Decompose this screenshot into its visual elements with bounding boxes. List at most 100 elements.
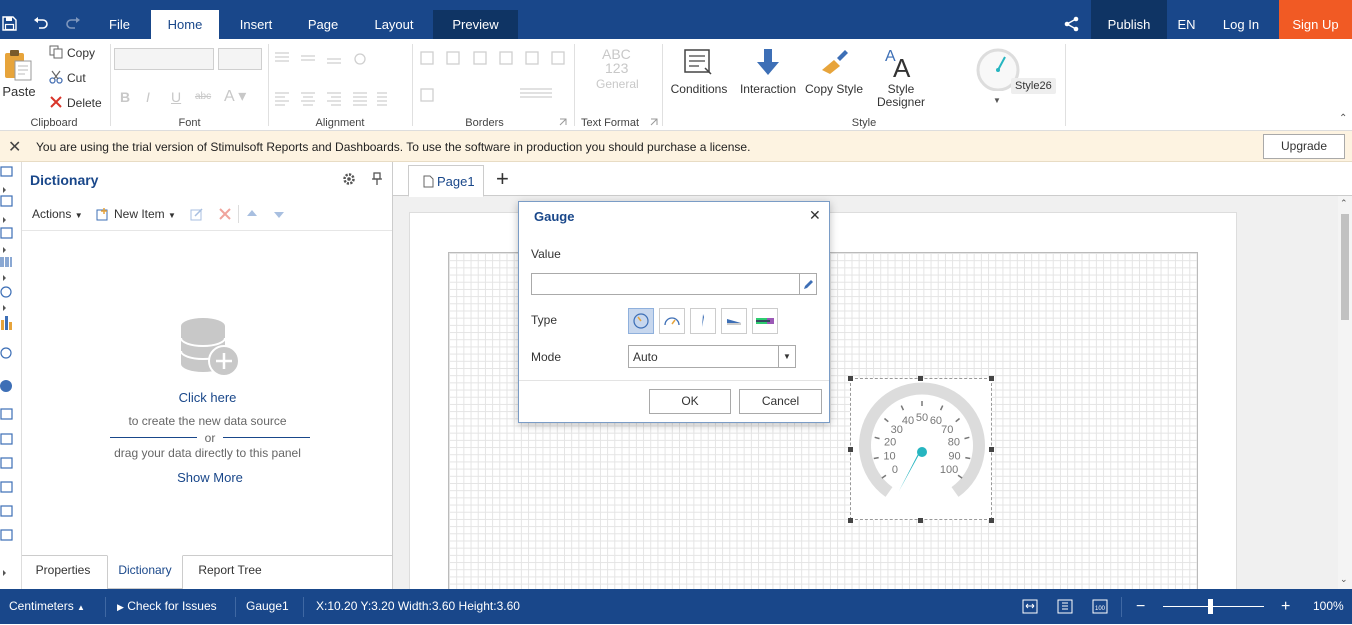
selection-handle[interactable]: [989, 376, 994, 381]
border-icons[interactable]: [420, 51, 570, 111]
gear-icon[interactable]: [342, 172, 356, 186]
selection-handle[interactable]: [918, 518, 923, 523]
undo-icon[interactable]: [33, 16, 49, 31]
paste-button[interactable]: Paste: [2, 84, 36, 99]
type-radial-button[interactable]: [628, 308, 654, 334]
units-menu[interactable]: Centimeters ▲: [9, 589, 85, 624]
strikethrough-icon[interactable]: abc: [195, 91, 211, 102]
selection-handle[interactable]: [989, 447, 994, 452]
font-name-select[interactable]: [114, 48, 214, 70]
conditions-button[interactable]: Conditions: [669, 82, 729, 96]
click-here-link[interactable]: Click here: [22, 390, 393, 405]
zoom-slider-track[interactable]: [1163, 606, 1264, 607]
upgrade-button[interactable]: Upgrade: [1263, 134, 1345, 159]
cut-button[interactable]: Cut: [67, 71, 86, 85]
add-page-icon[interactable]: +: [496, 166, 509, 192]
fit-page-icon[interactable]: [1057, 599, 1073, 614]
style-designer-button-line2[interactable]: Designer: [871, 95, 931, 109]
value-expression-button[interactable]: [799, 273, 817, 295]
actions-menu[interactable]: Actions ▼: [32, 207, 83, 221]
show-more-link[interactable]: Show More: [22, 470, 398, 485]
move-down-icon[interactable]: [273, 209, 285, 219]
selection-handle[interactable]: [848, 518, 853, 523]
copy-style-button[interactable]: Copy Style: [803, 82, 865, 96]
close-icon[interactable]: ✕: [809, 207, 821, 224]
vertical-scrollbar[interactable]: ⌃ ⌄: [1338, 196, 1352, 589]
publish-button[interactable]: Publish: [1091, 0, 1167, 39]
database-add-icon[interactable]: [177, 316, 243, 378]
paste-icon[interactable]: [3, 48, 33, 81]
remove-icon[interactable]: [218, 207, 232, 221]
collapse-ribbon-icon[interactable]: ⌃: [1339, 113, 1347, 124]
italic-icon[interactable]: I: [146, 89, 150, 105]
page-tab-page1[interactable]: Page1: [408, 165, 484, 197]
gauge-tick: [874, 436, 880, 440]
value-input[interactable]: [531, 273, 800, 295]
ok-button[interactable]: OK: [649, 389, 731, 414]
tab-insert[interactable]: Insert: [230, 10, 282, 39]
expand-format-icon[interactable]: [650, 118, 658, 126]
tab-dictionary[interactable]: Dictionary: [107, 555, 183, 589]
linear-gauge-icon: [702, 314, 704, 327]
tab-layout[interactable]: Layout: [365, 10, 423, 39]
interaction-button[interactable]: Interaction: [737, 82, 799, 96]
zoom-in-icon[interactable]: +: [1281, 589, 1290, 624]
component-icons[interactable]: [0, 162, 22, 582]
share-icon[interactable]: [1063, 16, 1080, 32]
type-bullet-button[interactable]: [752, 308, 778, 334]
scroll-down-icon[interactable]: ⌄: [1340, 574, 1348, 585]
gauge-dial: 010203040 50 60708090100: [859, 382, 985, 497]
alignment-group-label: Alignment: [315, 117, 365, 129]
type-linear-button[interactable]: [690, 308, 716, 334]
selection-handle[interactable]: [848, 376, 853, 381]
text-format-general[interactable]: General: [596, 77, 639, 91]
check-issues-button[interactable]: ▶ Check for Issues: [117, 589, 217, 624]
style-designer-button[interactable]: Style: [871, 82, 931, 96]
tab-home[interactable]: Home: [151, 10, 219, 39]
mode-label: Mode: [531, 350, 562, 364]
gauge-component[interactable]: 0 10 20 30 40 50 60 70 80 90 100: [850, 378, 992, 520]
tab-preview[interactable]: Preview: [433, 10, 518, 39]
panel-toolbar-divider: [22, 230, 392, 231]
mode-select[interactable]: Auto ▼: [628, 345, 796, 368]
pin-icon[interactable]: [371, 172, 383, 186]
selection-handle[interactable]: [989, 518, 994, 523]
signup-button[interactable]: Sign Up: [1279, 0, 1352, 39]
zoom-slider-thumb[interactable]: [1208, 599, 1213, 614]
bold-icon[interactable]: B: [120, 89, 130, 105]
redo-icon[interactable]: [65, 16, 81, 31]
zoom-out-icon[interactable]: −: [1136, 589, 1145, 624]
type-horizontal-button[interactable]: [721, 308, 747, 334]
login-button[interactable]: Log In: [1212, 0, 1270, 39]
copy-button[interactable]: Copy: [67, 46, 95, 60]
cancel-button[interactable]: Cancel: [739, 389, 822, 414]
type-half-radial-button[interactable]: [659, 308, 685, 334]
or-text: or: [204, 431, 216, 445]
actual-size-icon[interactable]: 100: [1092, 599, 1108, 614]
expand-borders-icon[interactable]: [559, 118, 567, 126]
font-color-icon[interactable]: A ▾: [224, 86, 246, 106]
selection-handle[interactable]: [848, 447, 853, 452]
close-notice-icon[interactable]: ✕: [8, 137, 21, 157]
fit-width-icon[interactable]: [1022, 599, 1038, 614]
edit-icon[interactable]: [190, 207, 204, 221]
style-dropdown-icon[interactable]: ▼: [993, 96, 1001, 105]
selection-handle[interactable]: [918, 376, 923, 381]
scroll-up-icon[interactable]: ⌃: [1340, 198, 1348, 209]
style-name-badge[interactable]: Style26: [1011, 78, 1056, 94]
delete-button[interactable]: Delete: [67, 96, 102, 110]
tab-report-tree[interactable]: Report Tree: [192, 556, 268, 589]
alignment-icons[interactable]: [273, 50, 408, 112]
chevron-down-icon[interactable]: ▼: [778, 346, 795, 367]
language-button[interactable]: EN: [1170, 0, 1203, 39]
gauge-dialog: Gauge ✕ Value Type Mode Auto ▼ OK Cancel: [518, 201, 830, 423]
font-size-select[interactable]: [218, 48, 262, 70]
tab-properties[interactable]: Properties: [27, 556, 99, 589]
new-item-menu[interactable]: New Item ▼: [114, 207, 176, 221]
tab-file[interactable]: File: [97, 10, 142, 39]
tab-page[interactable]: Page: [300, 10, 346, 39]
move-up-icon[interactable]: [246, 209, 258, 219]
save-icon[interactable]: [2, 16, 17, 31]
scroll-thumb[interactable]: [1341, 214, 1349, 320]
underline-icon[interactable]: U: [171, 89, 181, 105]
